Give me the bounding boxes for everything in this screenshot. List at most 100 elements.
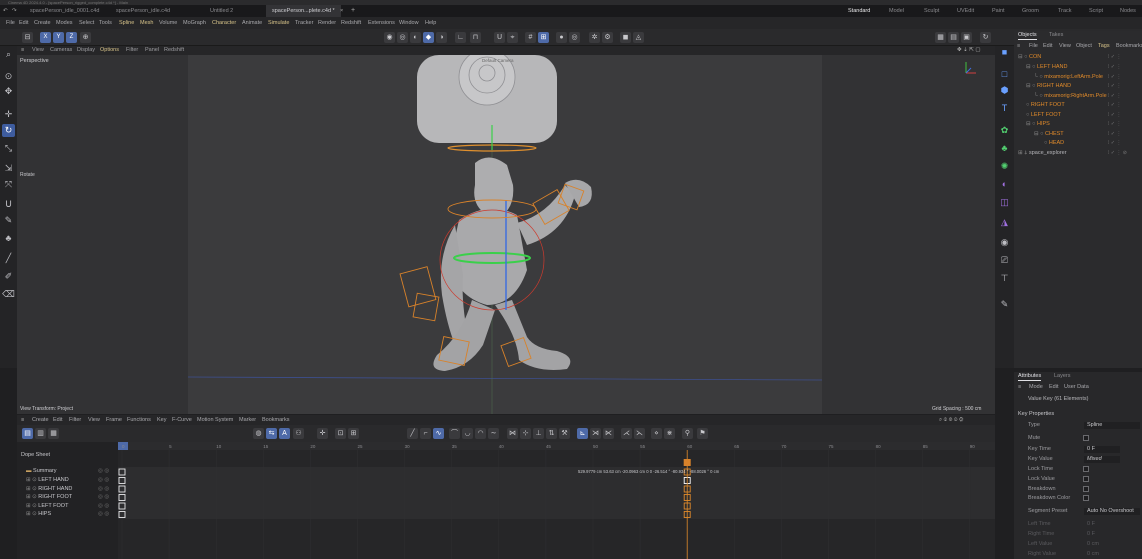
tl-linear-icon[interactable]: ╱	[407, 428, 418, 439]
menu-window[interactable]: Window	[399, 17, 419, 29]
attr-menu-user-data[interactable]: User Data	[1064, 383, 1089, 392]
tl-zero-angle-icon[interactable]: ⋌	[621, 428, 632, 439]
menu-file[interactable]: File	[6, 17, 15, 29]
tl-unify-icon[interactable]: ⋉	[603, 428, 614, 439]
tl-link-icon[interactable]: ⇆	[266, 428, 277, 439]
track-visibility-icon[interactable]: ◎ ◎	[98, 485, 109, 494]
tl-ease-out-icon[interactable]: ◠	[475, 428, 486, 439]
viewport-menu-view[interactable]: View	[32, 46, 44, 55]
track-row[interactable]: ▬ Summary ◎ ◎	[26, 467, 109, 476]
menu-help[interactable]: Help	[425, 17, 436, 29]
tl-step-icon[interactable]: ⌐	[420, 428, 431, 439]
model-mode-icon[interactable]: ◆	[423, 32, 434, 43]
cube-icon[interactable]: ◼	[620, 32, 631, 43]
tl-menu-frame[interactable]: Frame	[106, 415, 122, 425]
character-rig-scene[interactable]	[17, 55, 995, 414]
object-row[interactable]: ⊟ ○ HIPS ⁞ ✓ ⋮	[1014, 120, 1142, 130]
breakdown-checkbox[interactable]	[1083, 486, 1089, 492]
object-row[interactable]: ⊟ ○ CHEST ⁞ ✓ ⋮	[1014, 130, 1142, 140]
magnet-icon[interactable]: Ս	[494, 32, 505, 43]
menu-mograph[interactable]: MoGraph	[183, 17, 206, 29]
menu-tools[interactable]: Tools	[99, 17, 112, 29]
tl-break-icon[interactable]: ⋊	[590, 428, 601, 439]
tl-ease-in-icon[interactable]: ◡	[462, 428, 473, 439]
tl-filter-icon[interactable]: ◍	[253, 428, 264, 439]
track-visibility-icon[interactable]: ◎ ◎	[98, 476, 109, 485]
object-visibility-dots[interactable]: ⁞ ✓ ⋮	[1108, 63, 1121, 73]
object-row[interactable]: ⊟ ○ RIGHT HAND ⁞ ✓ ⋮	[1014, 82, 1142, 92]
deformer-icon[interactable]: ◬	[633, 32, 644, 43]
hamburger-icon[interactable]: ≡	[1018, 383, 1021, 392]
tl-frame-selected-icon[interactable]: ⊞	[348, 428, 359, 439]
doc-tab[interactable]: spacePerson_idle.c4d	[110, 5, 176, 17]
cube-primitive-icon[interactable]: ■	[998, 46, 1011, 59]
track-row[interactable]: ⊞ ⊙ LEFT HAND ◎ ◎	[26, 476, 109, 485]
tl-hammer-icon[interactable]: ⚒	[559, 428, 570, 439]
new-tab-icon[interactable]: +	[351, 5, 355, 17]
record-icon[interactable]: ●	[556, 32, 567, 43]
light-icon[interactable]: ⊤	[998, 272, 1011, 285]
viewport-nav-icon[interactable]: ✥ ⇣ ⇱ ▢	[957, 46, 981, 55]
objects-menu-edit[interactable]: Edit	[1043, 42, 1052, 51]
menu-mesh[interactable]: Mesh	[140, 17, 153, 29]
keyframe-icon[interactable]: ◎	[569, 32, 580, 43]
viewport-menu-display[interactable]: Display	[77, 46, 95, 55]
paint-icon[interactable]: ♣	[2, 232, 15, 245]
timeline-search-icon[interactable]: ⌕ ⊚ ⊛ ⊜ ⚙	[939, 415, 963, 425]
track-row[interactable]: ⊞ ⊙ RIGHT HAND ◎ ◎	[26, 485, 109, 494]
bullet-icon[interactable]: ✲	[589, 32, 600, 43]
grid-icon[interactable]: #	[525, 32, 536, 43]
menu-spline[interactable]: Spline	[119, 17, 134, 29]
viewport-menu-filter[interactable]: Filter	[126, 46, 138, 55]
objects-menu-tags[interactable]: Tags	[1098, 42, 1110, 51]
layout-icon[interactable]: ▦	[935, 32, 946, 43]
objects-menu-file[interactable]: File	[1029, 42, 1038, 51]
axis-icon[interactable]: ⤧	[2, 178, 15, 191]
menu-animate[interactable]: Animate	[242, 17, 262, 29]
tl-frame-all-icon[interactable]: ⊡	[335, 428, 346, 439]
square-spline-icon[interactable]: □	[998, 68, 1011, 81]
breakdown-color-checkbox[interactable]	[1083, 495, 1089, 501]
hamburger-icon[interactable]: ≡	[21, 46, 24, 55]
object-row[interactable]: ○ RIGHT FOOT ⁞ ✓ ⋮	[1014, 101, 1142, 111]
tab-attributes[interactable]: Attributes	[1018, 372, 1042, 381]
layout-tab-uvedit[interactable]: UVEdit	[957, 5, 974, 17]
object-row[interactable]: ○ LEFT FOOT ⁞ ✓ ⋮	[1014, 111, 1142, 121]
tl-mirror-icon[interactable]: ⇅	[546, 428, 557, 439]
menu-modes[interactable]: Modes	[56, 17, 73, 29]
menu-render[interactable]: Render	[318, 17, 336, 29]
viewport-menu-cameras[interactable]: Cameras	[50, 46, 72, 55]
track-visibility-icon[interactable]: ◎ ◎	[98, 467, 109, 476]
track-visibility-icon[interactable]: ◎ ◎	[98, 502, 109, 511]
tl-menu-bookmarks[interactable]: Bookmarks	[262, 415, 290, 425]
axis-z-toggle[interactable]: Z	[66, 32, 77, 43]
deformer-tool-icon[interactable]: ◐	[998, 178, 1011, 191]
tl-ease-both-icon[interactable]: ∼	[488, 428, 499, 439]
axis-x-toggle[interactable]: X	[40, 32, 51, 43]
refresh-icon[interactable]: ↻	[980, 32, 991, 43]
object-row[interactable]: ⊟ ○ LEFT HAND ⁞ ✓ ⋮	[1014, 63, 1142, 73]
search-icon[interactable]: ⌕	[2, 48, 15, 61]
object-row[interactable]: ⊟ ○ CON ⁞ ✓ ⋮	[1014, 53, 1142, 63]
object-visibility-dots[interactable]: ⁞ ✓ ⋮	[1108, 82, 1121, 92]
render-region-icon[interactable]: ◎	[397, 32, 408, 43]
viewport-menu-redshift[interactable]: Redshift	[164, 46, 184, 55]
text-spline-icon[interactable]: T	[998, 102, 1011, 115]
layout-tab-model[interactable]: Model	[889, 5, 904, 17]
tab-objects[interactable]: Objects	[1018, 31, 1037, 40]
tl-menu-marker[interactable]: Marker	[239, 415, 256, 425]
effector-icon[interactable]: ✺	[998, 160, 1011, 173]
layout-tab-paint[interactable]: Paint	[992, 5, 1005, 17]
key-time-field[interactable]: 0 F	[1084, 446, 1120, 453]
lock-time-checkbox[interactable]	[1083, 466, 1089, 472]
tl-zero-length-icon[interactable]: ⋋	[634, 428, 645, 439]
fcurve-mode-icon[interactable]: ▥	[35, 428, 46, 439]
hamburger-icon[interactable]: ≡	[1017, 42, 1020, 51]
menu-tracker[interactable]: Tracker	[295, 17, 313, 29]
coordinate-system-icon[interactable]: ⊕	[80, 32, 91, 43]
object-row[interactable]: └ ○ mixamorig:RightArm.Pole ⁞ ✓ ⋮	[1014, 92, 1142, 102]
selection-icon[interactable]: ⊙	[2, 70, 15, 83]
object-row[interactable]: ⊞ ⍋ space_explorer ⁞ ✓ ⋮ ⊘	[1014, 149, 1142, 159]
object-visibility-dots[interactable]: ⁞ ✓ ⋮	[1108, 130, 1121, 140]
tl-menu-fcurve[interactable]: F-Curve	[172, 415, 192, 425]
